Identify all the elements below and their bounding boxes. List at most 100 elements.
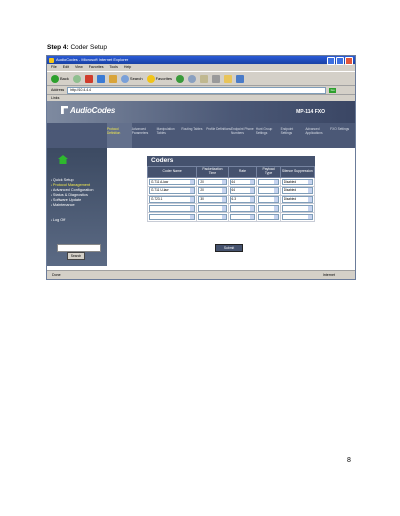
address-input[interactable]: http://10.4.4.4: [67, 86, 327, 94]
tab-advanced-applications[interactable]: Advanced Applications: [305, 123, 330, 148]
tab-fxo-settings[interactable]: FXO Settings: [330, 123, 355, 148]
print-icon: [212, 74, 221, 83]
header-payload-type: Payload Type: [256, 166, 281, 178]
rate-select[interactable]: [229, 204, 256, 212]
title-bar: AudioCodes - Microsoft Internet Explorer: [47, 56, 355, 65]
menu-tools[interactable]: Tools: [110, 64, 118, 71]
browser-window: AudioCodes - Microsoft Internet Explorer…: [46, 55, 356, 280]
sidebar-item-maintenance[interactable]: Maintenance: [51, 203, 93, 208]
payload-type-input[interactable]: [258, 196, 279, 203]
stop-icon: [84, 74, 93, 83]
header-rate: Rate: [227, 166, 258, 178]
forward-button[interactable]: [72, 74, 81, 83]
ptime-select[interactable]: 30: [198, 196, 227, 203]
menu-view[interactable]: View: [75, 64, 83, 71]
mail-button[interactable]: [200, 74, 209, 83]
rate-select[interactable]: 6.3: [229, 196, 256, 203]
favorites-button[interactable]: Favorites: [146, 74, 172, 83]
ptime-select[interactable]: 20: [198, 187, 227, 195]
back-button[interactable]: Back: [51, 74, 69, 83]
step-title: Coder Setup: [68, 44, 107, 51]
tab-endpoint-phone-numbers[interactable]: Endpoint Phone Numbers: [231, 123, 256, 148]
search-icon: [120, 74, 129, 83]
media-icon: [176, 74, 185, 83]
history-icon: [188, 74, 197, 83]
silence-suppression-select[interactable]: Disabled: [281, 178, 313, 186]
tab-hunt-group-settings[interactable]: Hunt Group Settings: [256, 123, 281, 148]
window-title: AudioCodes - Microsoft Internet Explorer: [56, 57, 129, 62]
silence-suppression-select[interactable]: Disabled: [281, 187, 313, 195]
sidebar-item-log-off[interactable]: Log Off: [51, 218, 93, 223]
home-icon[interactable]: [58, 155, 68, 164]
tab-manipulation-tables[interactable]: Manipulation Tables: [157, 123, 182, 148]
payload-type-input[interactable]: [258, 187, 279, 195]
cell-ptime: [196, 212, 229, 222]
table-row: G.711 U-law 20 64 Disabled: [146, 185, 316, 196]
sidebar-menu: Quick Setup Protocol Management Advanced…: [51, 178, 94, 223]
cell-silence: Disabled: [279, 177, 316, 187]
tab-protocol-definition[interactable]: Protocol Definition: [107, 123, 132, 148]
submit-button[interactable]: Submit: [215, 244, 243, 252]
home-toolbar-icon: [108, 74, 117, 83]
messenger-button[interactable]: [236, 74, 245, 83]
payload-type-input[interactable]: [258, 178, 279, 186]
payload-type-input[interactable]: [258, 213, 279, 221]
sidebar-search-button[interactable]: Search: [67, 252, 85, 260]
page-content: AudioCodes MP-114 FXO Protocol Definitio…: [47, 101, 355, 271]
menu-favorites[interactable]: Favorites: [89, 64, 104, 71]
rate-select[interactable]: [229, 213, 256, 221]
silence-suppression-select[interactable]: [281, 204, 313, 212]
cell-coder-name: G.711 A-law: [146, 177, 198, 187]
links-label[interactable]: Links: [51, 96, 59, 100]
media-button[interactable]: [176, 74, 185, 83]
folder-icon: [224, 74, 233, 83]
coder-name-select[interactable]: [149, 204, 196, 212]
tab-routing-tables[interactable]: Routing Tables: [181, 123, 206, 148]
history-button[interactable]: [188, 74, 197, 83]
main-panel: Coders Coder Name Packetization Time Rat…: [107, 148, 355, 266]
coder-name-select[interactable]: G.711 U-law: [149, 187, 196, 195]
ptime-select[interactable]: 20: [198, 178, 227, 186]
silence-suppression-select[interactable]: Disabled: [281, 196, 313, 203]
coder-name-select[interactable]: G.711 A-law: [149, 178, 196, 186]
close-icon[interactable]: [345, 57, 353, 65]
cell-silence: [279, 212, 316, 222]
mail-icon: [200, 74, 209, 83]
header-silence-suppression: Silence Suppression: [279, 166, 316, 178]
stop-button[interactable]: [84, 74, 93, 83]
coder-name-select[interactable]: [149, 213, 196, 221]
menu-bar: File Edit View Favorites Tools Help: [47, 64, 355, 71]
refresh-button[interactable]: [96, 74, 105, 83]
menu-file[interactable]: File: [51, 64, 57, 71]
nav-tabs: Protocol Definition Advanced Parameters …: [47, 123, 355, 148]
go-button[interactable]: Go: [329, 87, 337, 93]
sidebar-search-input[interactable]: [57, 244, 101, 252]
page-number: 8: [347, 457, 351, 464]
menu-edit[interactable]: Edit: [63, 64, 69, 71]
back-label: Back: [60, 76, 69, 81]
menu-help[interactable]: Help: [124, 64, 131, 71]
minimize-icon[interactable]: [327, 57, 335, 65]
tab-profile-definitions[interactable]: Profile Definitions: [206, 123, 231, 148]
ie-icon: [49, 57, 54, 63]
tab-advanced-parameters[interactable]: Advanced Parameters: [132, 123, 157, 148]
print-button[interactable]: [212, 74, 221, 83]
home-button[interactable]: [108, 74, 117, 83]
header-packetization-time: Packetization Time: [196, 166, 229, 178]
ptime-select[interactable]: [198, 204, 227, 212]
folder-button[interactable]: [224, 74, 233, 83]
silence-suppression-select[interactable]: [281, 213, 313, 221]
coder-name-select[interactable]: G.723.1: [149, 196, 196, 203]
tab-endpoint-settings[interactable]: Endpoint Settings: [281, 123, 306, 148]
cell-payload-type: [256, 185, 281, 196]
cell-coder-name: G.723.1: [146, 194, 198, 205]
ptime-select[interactable]: [198, 213, 227, 221]
maximize-icon[interactable]: [336, 57, 344, 65]
payload-type-input[interactable]: [258, 204, 279, 212]
rate-select[interactable]: 64: [229, 178, 256, 186]
coders-header-row: Coder Name Packetization Time Rate Paylo…: [146, 166, 316, 178]
search-button[interactable]: Search: [120, 74, 143, 83]
rate-select[interactable]: 64: [229, 187, 256, 195]
table-row: G.723.1 30 6.3 Disabled: [146, 194, 316, 205]
cell-silence: [279, 203, 316, 214]
